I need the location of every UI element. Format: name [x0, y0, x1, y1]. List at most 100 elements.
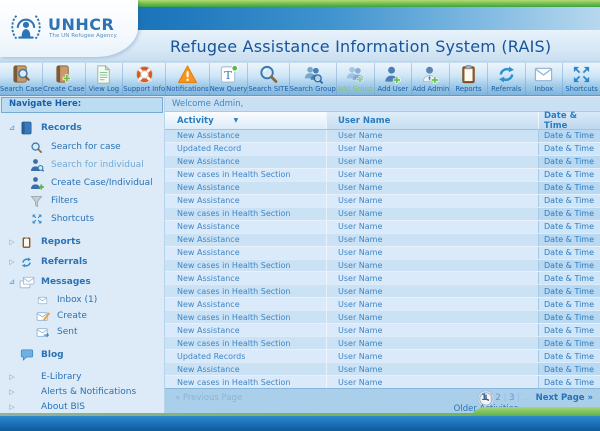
- previous-page-link[interactable]: « Previous Page: [175, 393, 242, 403]
- date-time-cell: Date & Time: [538, 234, 600, 246]
- sidebar-item-search-for-case[interactable]: Search for case: [0, 138, 164, 156]
- activity-cell: New Assistance: [165, 247, 327, 259]
- column-header-user-name[interactable]: User Name: [327, 112, 538, 129]
- page-1-link[interactable]: 1: [481, 393, 487, 403]
- search-case-button[interactable]: Search Case: [0, 63, 43, 95]
- sidebar: Navigate Here: ⊿ Records Search for case: [0, 96, 165, 413]
- activity-cell: New Assistance: [165, 221, 327, 233]
- page-2-link[interactable]: 2: [495, 393, 500, 403]
- add-admin-label: Add Admin: [412, 85, 449, 94]
- activity-cell: New Assistance: [165, 234, 327, 246]
- expander-closed-icon[interactable]: ▷: [6, 388, 18, 396]
- new-query-button[interactable]: T New Query: [210, 63, 249, 95]
- svg-text:T: T: [224, 68, 232, 82]
- sidebar-item-about-bis[interactable]: ▷ About BIS: [0, 399, 164, 413]
- bottom-blue-bar: [0, 416, 600, 431]
- sidebar-item-blog[interactable]: Blog: [0, 345, 164, 365]
- clipboard-icon: [458, 63, 479, 85]
- activity-cell: New Assistance: [165, 298, 327, 310]
- expander-open-icon[interactable]: ⊿: [6, 124, 18, 132]
- book-plus-icon: [53, 63, 74, 85]
- table-row: New Assistance User Name Date & Time: [165, 181, 600, 194]
- sidebar-item-alerts-notifications[interactable]: ▷ Alerts & Notifications: [0, 384, 164, 399]
- table-row: New cases in Health Section User Name Da…: [165, 207, 600, 220]
- pagination-separator: |: [503, 393, 506, 403]
- shortcuts-label: Shortcuts: [565, 85, 598, 94]
- column-header-activity[interactable]: Activity ▼: [165, 112, 327, 129]
- activity-cell: New Assistance: [165, 324, 327, 336]
- shortcuts-button[interactable]: Shortcuts: [563, 63, 600, 95]
- search-site-button[interactable]: Search SITE: [248, 63, 289, 95]
- expander-closed-icon[interactable]: ▷: [6, 403, 18, 411]
- expand-arrows-icon: [571, 63, 592, 85]
- sidebar-item-filters[interactable]: Filters: [0, 192, 164, 210]
- date-time-cell: Date & Time: [538, 285, 600, 297]
- person-search-icon: [28, 158, 45, 172]
- sidebar-item-referrals[interactable]: ▷ Referrals: [0, 252, 164, 272]
- table-row: New cases in Health Section User Name Da…: [165, 284, 600, 297]
- sidebar-item-records[interactable]: ⊿ Records: [0, 118, 164, 138]
- table-row: New Assistance User Name Date & Time: [165, 194, 600, 207]
- table-row: New Assistance User Name Date & Time: [165, 130, 600, 142]
- add-admin-button[interactable]: Add Admin: [412, 63, 450, 95]
- rais-application-window: Refugee Assistance Information System (R…: [0, 0, 600, 431]
- column-header-date-time[interactable]: Date & Time: [538, 112, 600, 129]
- support-info-button[interactable]: Support Info: [123, 63, 166, 95]
- create-case-button[interactable]: Create Case: [43, 63, 85, 95]
- table-row: Updated Records User Name Date & Time: [165, 349, 600, 362]
- referrals-button[interactable]: Referrals: [488, 63, 526, 95]
- add-group-button[interactable]: Add Group: [337, 63, 375, 95]
- user-plus-icon: [382, 63, 403, 85]
- notifications-button[interactable]: Notifications: [166, 63, 210, 95]
- expander-open-icon[interactable]: ⊿: [6, 278, 18, 286]
- date-time-cell: Date & Time: [538, 311, 600, 323]
- user-name-cell: User Name: [327, 247, 538, 259]
- envelope-pencil-icon: [34, 311, 51, 322]
- sidebar-item-elibrary[interactable]: ▷ E-Library: [0, 369, 164, 384]
- table-row: New Assistance User Name Date & Time: [165, 220, 600, 233]
- search-group-label: Search Group: [290, 85, 336, 94]
- brand-name: UNHCR: [48, 15, 114, 34]
- expander-closed-icon[interactable]: ▷: [6, 373, 18, 381]
- table-row: New Assistance User Name Date & Time: [165, 323, 600, 336]
- table-row: New Assistance User Name Date & Time: [165, 246, 600, 259]
- user-name-cell: User Name: [327, 363, 538, 375]
- table-row: Updated Record User Name Date & Time: [165, 142, 600, 155]
- user-name-cell: User Name: [327, 272, 538, 284]
- add-user-button[interactable]: Add User: [375, 63, 413, 95]
- inbox-button[interactable]: Inbox: [526, 63, 564, 95]
- user-name-cell: User Name: [327, 350, 538, 362]
- reports-label: Reports: [456, 85, 482, 94]
- date-time-cell: Date & Time: [538, 169, 600, 181]
- sidebar-item-create-message[interactable]: Create: [0, 308, 164, 324]
- sidebar-item-create-case-individual[interactable]: Create Case/Individual: [0, 174, 164, 192]
- toolbar: Search Case Create Case View Log Support…: [0, 62, 600, 96]
- sidebar-item-shortcuts[interactable]: Shortcuts: [0, 210, 164, 228]
- table-row: New cases in Health Section User Name Da…: [165, 375, 600, 388]
- search-group-button[interactable]: Search Group: [290, 63, 337, 95]
- sidebar-item-search-for-individual[interactable]: Search for individual: [0, 156, 164, 174]
- sort-desc-icon[interactable]: ▼: [234, 117, 239, 124]
- date-time-cell: Date & Time: [538, 130, 600, 142]
- sidebar-item-inbox[interactable]: Inbox (1): [0, 292, 164, 308]
- reports-button[interactable]: Reports: [450, 63, 488, 95]
- page-3-link[interactable]: 3: [509, 393, 514, 403]
- date-time-cell: Date & Time: [538, 260, 600, 272]
- add-user-label: Add User: [377, 85, 408, 94]
- expander-closed-icon[interactable]: ▷: [6, 258, 18, 266]
- view-log-button[interactable]: View Log: [86, 63, 124, 95]
- inbox-label: Inbox: [535, 85, 554, 94]
- sidebar-item-messages[interactable]: ⊿ Messages: [0, 272, 164, 292]
- user-name-cell: User Name: [327, 182, 538, 194]
- activity-cell: Updated Records: [165, 350, 327, 362]
- user-name-cell: User Name: [327, 285, 538, 297]
- activity-cell: New cases in Health Section: [165, 376, 327, 388]
- table-row: New Assistance User Name Date & Time: [165, 233, 600, 246]
- date-time-cell: Date & Time: [538, 247, 600, 259]
- notifications-label: Notifications: [166, 85, 209, 94]
- sidebar-item-reports[interactable]: ▷ Reports: [0, 232, 164, 252]
- user-name-cell: User Name: [327, 311, 538, 323]
- sidebar-item-sent[interactable]: Sent: [0, 324, 164, 340]
- next-page-link[interactable]: Next Page »: [536, 393, 593, 403]
- expander-closed-icon[interactable]: ▷: [6, 238, 18, 246]
